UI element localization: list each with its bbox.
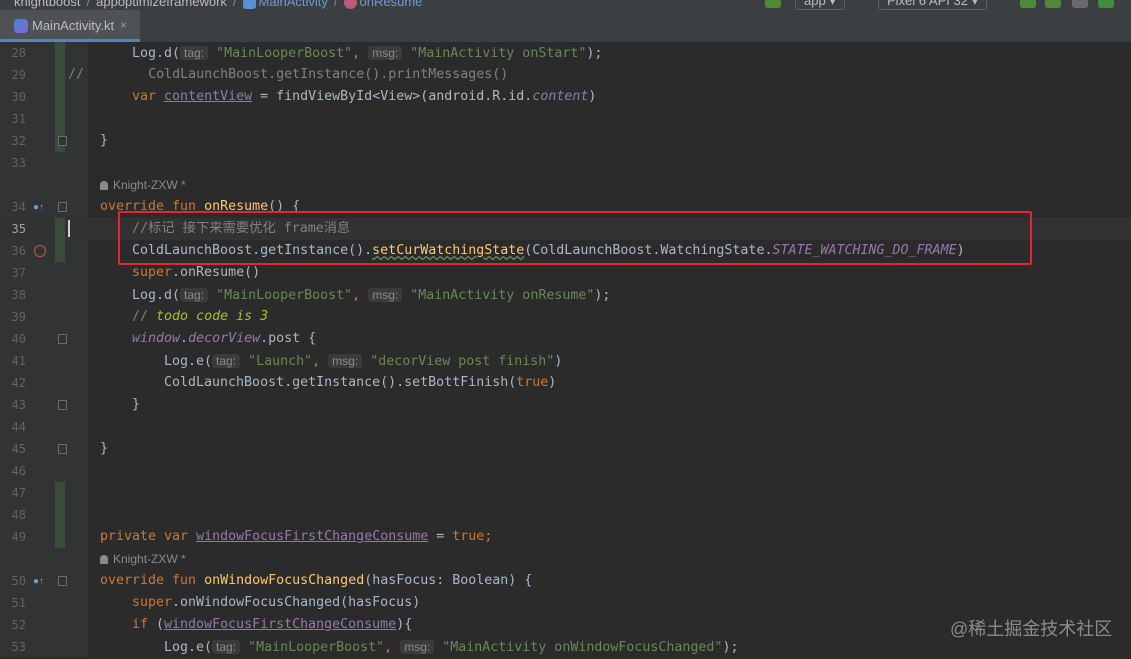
line-number: 38 (11, 288, 26, 302)
person-icon (100, 555, 108, 564)
highlight-box (118, 211, 1032, 265)
code-line-52[interactable]: if (windowFocusFirstChangeConsume){ (132, 614, 412, 636)
device-label: Pixel 6 API 32 (887, 0, 968, 8)
code-line-50[interactable]: override fun onWindowFocusChanged(hasFoc… (100, 570, 532, 592)
code-line-29[interactable]: // ColdLaunchBoost.getInstance().printMe… (68, 64, 508, 86)
override-method-icon[interactable]: ●↑ (33, 576, 47, 588)
code-line-37[interactable]: super.onResume() (132, 262, 260, 284)
line-number: 50 (11, 574, 26, 588)
line-number: 32 (11, 134, 26, 148)
code-line-40[interactable]: window.decorView.post { (132, 328, 316, 350)
text-caret (68, 220, 70, 237)
vcs-change-marker (55, 218, 65, 262)
line-number: 39 (11, 310, 26, 324)
device-selector[interactable]: Pixel 6 API 32 ▾ (878, 0, 988, 10)
code-line-49[interactable]: private var windowFocusFirstChangeConsum… (100, 526, 492, 548)
code-line-38[interactable]: Log.d(tag: "MainLooperBoost", msg: "Main… (132, 284, 610, 306)
breadcrumb: knightboost / appoptimizeframework / MainAct… (14, 0, 423, 10)
tab-mainactivity[interactable]: MainActivity.kt × (0, 10, 140, 42)
line-number: 34 (11, 200, 26, 214)
line-number: 30 (11, 90, 26, 104)
code-line-53[interactable]: Log.e(tag: "MainLooperBoost", msg: "Main… (164, 636, 738, 658)
fold-marker[interactable] (58, 444, 67, 454)
build-hammer-icon[interactable] (765, 0, 781, 8)
kotlin-file-icon (14, 19, 28, 33)
code-line-28[interactable]: Log.d(tag: "MainLooperBoost", msg: "Main… (132, 42, 602, 64)
close-icon[interactable]: × (120, 18, 127, 32)
fold-marker[interactable] (58, 400, 67, 410)
breadcrumb-item-project[interactable]: knightboost (14, 0, 81, 9)
code-line-42[interactable]: ColdLaunchBoost.getInstance().setBottFin… (164, 372, 556, 394)
fold-marker[interactable] (58, 334, 67, 344)
code-line-41[interactable]: Log.e(tag: "Launch", msg: "decorView pos… (164, 350, 562, 372)
apply-changes-icon[interactable] (1020, 0, 1036, 8)
param-hint: msg: (368, 288, 403, 302)
line-number: 40 (11, 332, 26, 346)
code-line-45[interactable]: } (100, 438, 108, 460)
author-annotation[interactable]: Knight-ZXW * (100, 548, 186, 570)
param-hint: tag: (180, 288, 209, 302)
line-number: 29 (11, 68, 26, 82)
line-number: 49 (11, 530, 26, 544)
line-number: 45 (11, 442, 26, 456)
breakpoint-icon[interactable] (34, 245, 46, 257)
line-number: 53 (11, 640, 26, 654)
breadcrumb-item-module[interactable]: appoptimizeframework (96, 0, 227, 9)
param-hint: msg: (328, 354, 363, 368)
line-number: 35 (11, 222, 26, 236)
method-icon (343, 0, 357, 10)
code-line-51[interactable]: super.onWindowFocusChanged(hasFocus) (132, 592, 420, 614)
person-icon (100, 181, 108, 190)
param-hint: tag: (212, 640, 241, 654)
line-number: 52 (11, 618, 26, 632)
line-number: 47 (11, 486, 26, 500)
run-config-selector[interactable]: app ▾ (795, 0, 845, 10)
author-annotation[interactable]: Knight-ZXW * (100, 174, 186, 196)
param-hint: msg: (368, 46, 403, 60)
line-number: 44 (11, 420, 26, 434)
apply-code-changes-icon[interactable] (1045, 0, 1061, 8)
line-number: 33 (11, 156, 26, 170)
fold-marker[interactable] (58, 136, 67, 146)
run-icon[interactable] (1098, 0, 1114, 8)
code-line-32[interactable]: } (100, 130, 108, 152)
breadcrumb-item-method[interactable]: onResume (360, 0, 423, 9)
line-number: 51 (11, 596, 26, 610)
param-hint: msg: (400, 640, 435, 654)
line-number: 43 (11, 398, 26, 412)
tab-label: MainActivity.kt (32, 18, 115, 33)
vcs-change-marker (55, 482, 65, 548)
param-hint: tag: (212, 354, 241, 368)
line-number: 46 (11, 464, 26, 478)
editor-tab-bar: MainActivity.kt × (0, 10, 1131, 43)
breadcrumb-item-class[interactable]: MainActivity (259, 0, 328, 9)
code-line-39[interactable]: // todo code is 3 (132, 306, 268, 328)
code-line-43[interactable]: } (132, 394, 140, 416)
watermark: @稀土掘金技术社区 (950, 619, 1113, 639)
line-number: 41 (11, 354, 26, 368)
param-hint: tag: (180, 46, 209, 60)
kotlin-class-icon (242, 0, 256, 10)
line-number: 48 (11, 508, 26, 522)
run-config-label: app (804, 0, 826, 8)
line-number: 28 (11, 46, 26, 60)
line-number: 37 (11, 266, 26, 280)
line-number: 36 (11, 244, 26, 258)
override-method-icon[interactable]: ●↑ (33, 202, 47, 214)
code-line-30[interactable]: var contentView = findViewById<View>(and… (132, 86, 596, 108)
navigation-bar: knightboost / appoptimizeframework / MainAct… (0, 0, 1131, 10)
fold-marker[interactable] (58, 576, 67, 586)
line-number: 42 (11, 376, 26, 390)
fold-marker[interactable] (58, 202, 67, 212)
line-number: 31 (11, 112, 26, 126)
more-actions-icon[interactable] (1072, 0, 1088, 8)
